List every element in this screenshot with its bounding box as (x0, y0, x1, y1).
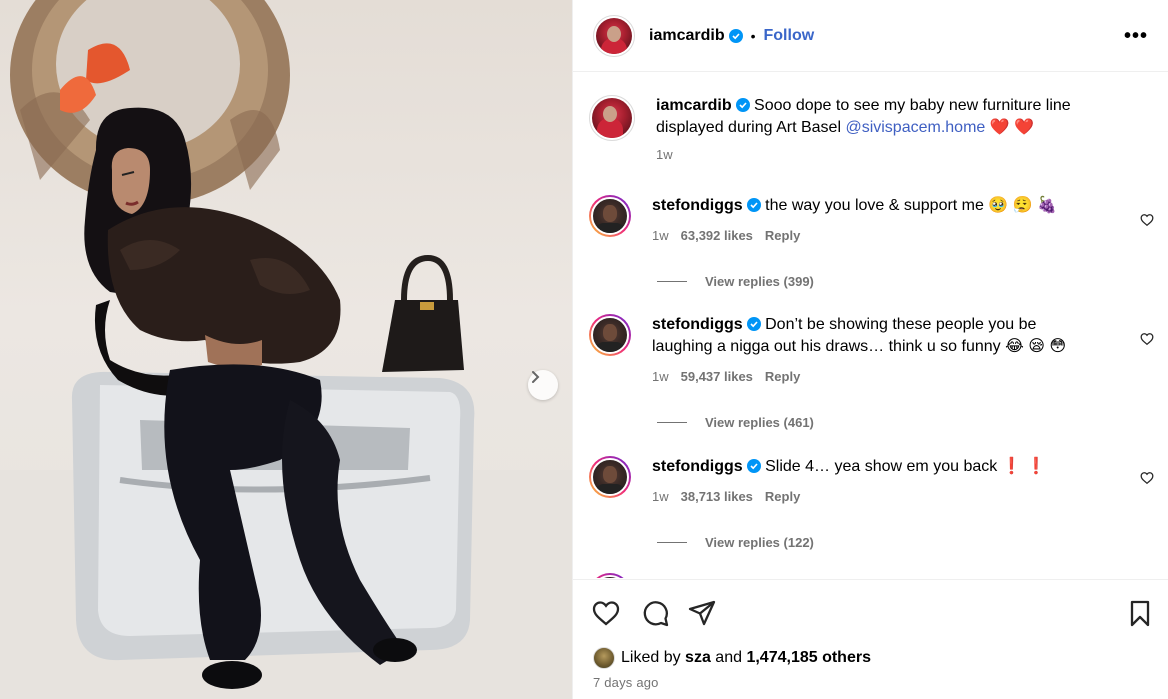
comment-heart-icon[interactable] (1140, 471, 1154, 485)
comment-avatar[interactable] (589, 456, 631, 498)
view-replies-label[interactable]: View replies (399) (705, 274, 814, 289)
comment-avatar[interactable] (589, 314, 631, 356)
verified-badge-icon (746, 317, 761, 331)
comment-icon[interactable] (640, 598, 670, 628)
comment-likes[interactable]: 59,437 likes (681, 366, 753, 388)
comment-text: Slide 4… yea show em you back (765, 458, 998, 475)
comment-time[interactable]: 1w (652, 366, 669, 388)
liked-by-count[interactable]: 1,474,185 others (746, 649, 871, 667)
comment-emoji: ❗ ❗ (1001, 458, 1046, 475)
liked-by-prefix: Liked by (621, 649, 681, 666)
comment-likes[interactable]: 63,392 likes (681, 225, 753, 247)
comment-username[interactable]: stefondiggs (652, 458, 743, 475)
heart-icon[interactable] (591, 598, 621, 628)
more-options-button[interactable]: ••• (1124, 26, 1148, 46)
follow-button[interactable]: Follow (764, 27, 815, 45)
verified-badge-icon (746, 198, 761, 212)
author-username[interactable]: iamcardib (649, 27, 725, 45)
comment-avatar[interactable] (589, 195, 631, 237)
next-slide-button[interactable] (528, 370, 558, 400)
comment-reply-button[interactable]: Reply (765, 225, 800, 247)
photo-illustration (0, 0, 572, 699)
comment-username[interactable]: stefondiggs (652, 316, 743, 333)
post-actions: Liked by sza and 1,474,185 others 7 days… (573, 579, 1168, 699)
liked-by-and: and (715, 649, 742, 666)
comment-emoji: 🥹 😮‍💨 🍇 (988, 197, 1058, 214)
verified-badge-icon (746, 459, 761, 473)
header-separator: • (750, 27, 756, 44)
caption-avatar[interactable] (592, 98, 632, 138)
comment-time[interactable]: 1w (652, 225, 669, 247)
comment-text: the way you love & support me (765, 197, 984, 214)
author-avatar-ring[interactable] (593, 14, 635, 57)
liked-by: Liked by sza and 1,474,185 others (593, 647, 871, 669)
liked-by-user[interactable]: sza (685, 649, 711, 667)
liker-avatar[interactable] (593, 647, 615, 669)
comment-likes[interactable]: 38,713 likes (681, 486, 753, 508)
replies-divider (657, 281, 687, 282)
comment-reply-button[interactable]: Reply (765, 486, 800, 508)
chevron-right-icon (532, 371, 540, 383)
post-side-panel: iamcardib • Follow ••• iamcardib Sooo do… (572, 0, 1168, 699)
post-caption: iamcardib Sooo dope to see my baby new f… (589, 95, 1108, 166)
comment-item: stefondiggs Don’t be showing these peopl… (589, 314, 1168, 388)
comment-item: stefondiggs Slide 4… yea show em you bac… (589, 456, 1168, 508)
post-header: iamcardib • Follow ••• (573, 0, 1168, 72)
comments-list[interactable]: iamcardib Sooo dope to see my baby new f… (573, 73, 1168, 578)
comment-item: stefondiggs the way you love & support m… (589, 195, 1168, 247)
author-avatar[interactable] (596, 17, 632, 54)
post-photo (0, 0, 572, 699)
replies-divider (657, 542, 687, 543)
view-replies-button[interactable]: View replies (399) (657, 274, 814, 289)
comment-emoji: 😂 😪 😳 (1005, 338, 1067, 355)
view-replies-label[interactable]: View replies (461) (705, 415, 814, 430)
share-icon[interactable] (687, 598, 717, 628)
comment-heart-icon[interactable] (1140, 213, 1154, 227)
post-timestamp[interactable]: 7 days ago (593, 675, 659, 690)
caption-username[interactable]: iamcardib (656, 97, 732, 114)
comment-avatar[interactable] (589, 573, 631, 578)
comment-heart-icon[interactable] (1140, 332, 1154, 346)
view-replies-button[interactable]: View replies (122) (657, 535, 814, 550)
comment-time[interactable]: 1w (652, 486, 669, 508)
bookmark-icon[interactable] (1125, 598, 1155, 628)
replies-divider (657, 422, 687, 423)
comment-username[interactable]: stefondiggs (652, 197, 743, 214)
caption-mention-link[interactable]: @sivispacem.home (845, 119, 985, 136)
caption-emoji: ❤️ ❤️ (989, 119, 1035, 136)
verified-badge-icon (728, 28, 743, 43)
view-replies-label[interactable]: View replies (122) (705, 535, 814, 550)
caption-avatar-ring[interactable] (589, 95, 635, 141)
comment-reply-button[interactable]: Reply (765, 366, 800, 388)
caption-time[interactable]: 1w (656, 144, 1108, 166)
view-replies-button[interactable]: View replies (461) (657, 415, 814, 430)
verified-badge-icon (735, 98, 750, 112)
